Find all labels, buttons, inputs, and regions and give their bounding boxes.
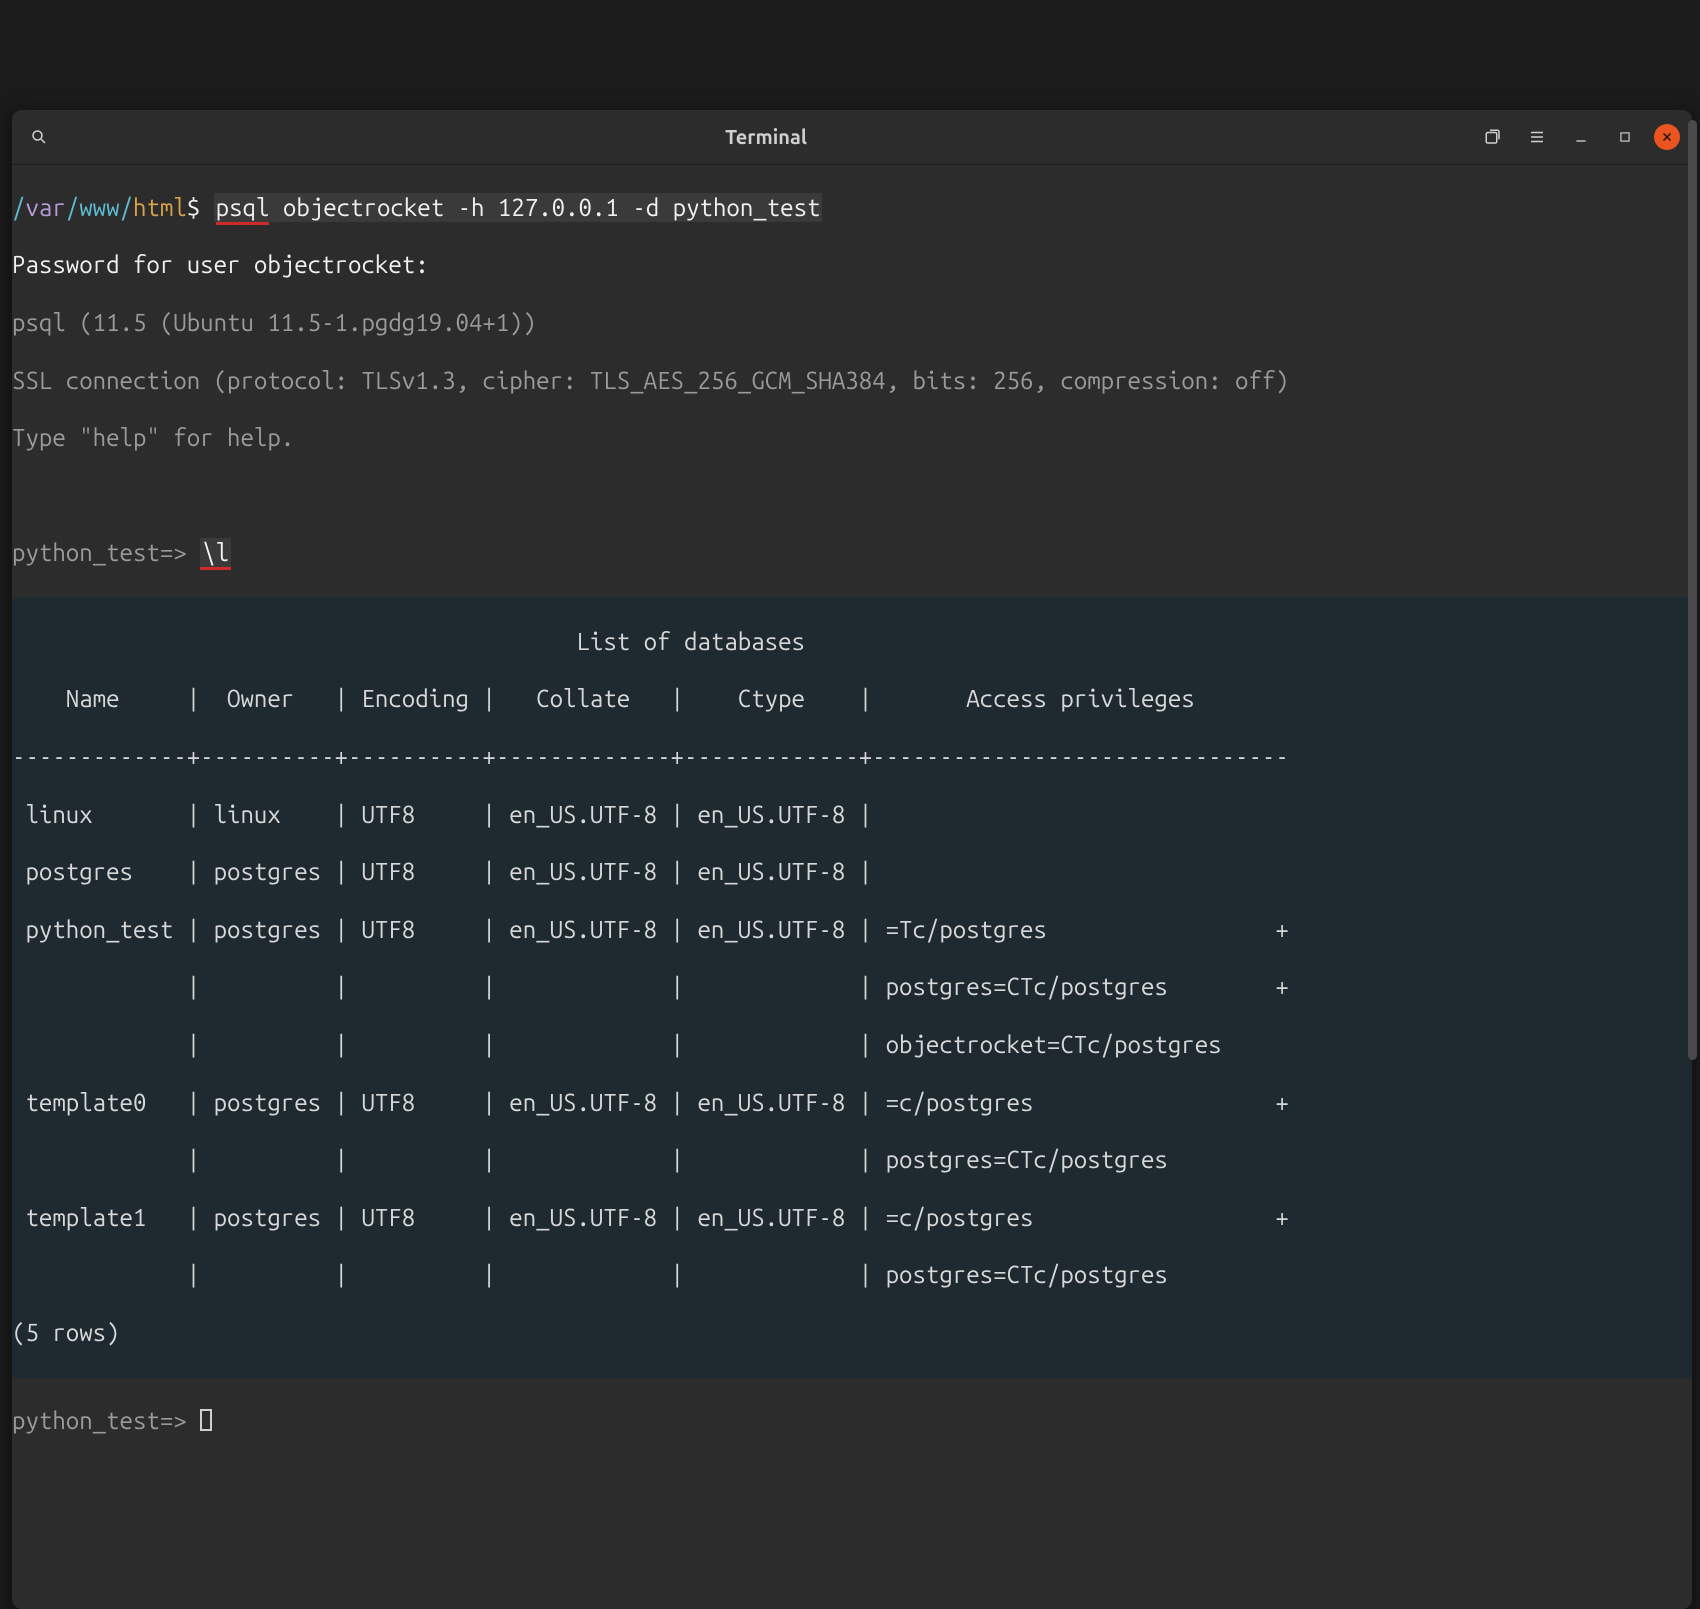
prompt-dollar: $ — [187, 194, 214, 221]
shell-prompt-line: /var/www/html$ psql objectrocket -h 127.… — [12, 194, 1692, 223]
table-row: template1 | postgres | UTF8 | en_US.UTF-… — [12, 1204, 1692, 1233]
psql-prompt-line-2: python_test=> — [12, 1407, 1692, 1436]
table-header: Name | Owner | Encoding | Collate | Ctyp… — [12, 685, 1692, 714]
psql-prompt: python_test=> — [12, 1407, 200, 1434]
psql-cmd-l: \l — [200, 538, 231, 570]
path-slash: / — [66, 194, 79, 221]
table-row: | | | | | postgres=CTc/postgres — [12, 1146, 1692, 1175]
terminal-window: Terminal /var/www/html$ psql objectrocke… — [12, 110, 1692, 1609]
table-row: | | | | | objectrocket=CTc/postgres — [12, 1031, 1692, 1060]
new-tab-icon[interactable] — [1478, 122, 1508, 152]
table-row: linux | linux | UTF8 | en_US.UTF-8 | en_… — [12, 801, 1692, 830]
db-list-block: List of databases Name | Owner | Encodin… — [12, 597, 1692, 1379]
psql-prompt: python_test=> — [12, 539, 200, 566]
window-title: Terminal — [725, 125, 807, 149]
scrollbar[interactable] — [1688, 120, 1697, 1060]
search-icon[interactable] — [24, 122, 54, 152]
path-html: html — [133, 194, 187, 221]
table-divider: -------------+----------+----------+----… — [12, 743, 1692, 772]
maximize-button[interactable] — [1610, 122, 1640, 152]
path-slash: / — [120, 194, 133, 221]
path-www: www — [79, 194, 119, 221]
help-line: Type "help" for help. — [12, 424, 1692, 453]
table-row: template0 | postgres | UTF8 | en_US.UTF-… — [12, 1089, 1692, 1118]
password-line: Password for user objectrocket: — [12, 251, 1692, 280]
close-button[interactable] — [1654, 124, 1680, 150]
terminal-body[interactable]: /var/www/html$ psql objectrocket -h 127.… — [12, 165, 1692, 1609]
path-var: var — [25, 194, 65, 221]
minimize-button[interactable] — [1566, 122, 1596, 152]
table-row: | | | | | postgres=CTc/postgres — [12, 1261, 1692, 1290]
psql-prompt-line: python_test=> \l — [12, 539, 1692, 568]
cursor-icon — [200, 1409, 212, 1431]
titlebar: Terminal — [12, 110, 1692, 165]
table-row: | | | | | postgres=CTc/postgres + — [12, 973, 1692, 1002]
table-rowcount: (5 rows) — [12, 1319, 1692, 1348]
table-row: postgres | postgres | UTF8 | en_US.UTF-8… — [12, 858, 1692, 887]
hamburger-menu-icon[interactable] — [1522, 122, 1552, 152]
table-row: python_test | postgres | UTF8 | en_US.UT… — [12, 916, 1692, 945]
ssl-line: SSL connection (protocol: TLSv1.3, ciphe… — [12, 367, 1692, 396]
cmd-args: objectrocket -h 127.0.0.1 -d python_test — [269, 194, 820, 221]
version-line: psql (11.5 (Ubuntu 11.5-1.pgdg19.04+1)) — [12, 309, 1692, 338]
table-title: List of databases — [12, 628, 1692, 657]
path-slash: / — [12, 194, 25, 221]
cmd-psql: psql — [216, 194, 270, 225]
